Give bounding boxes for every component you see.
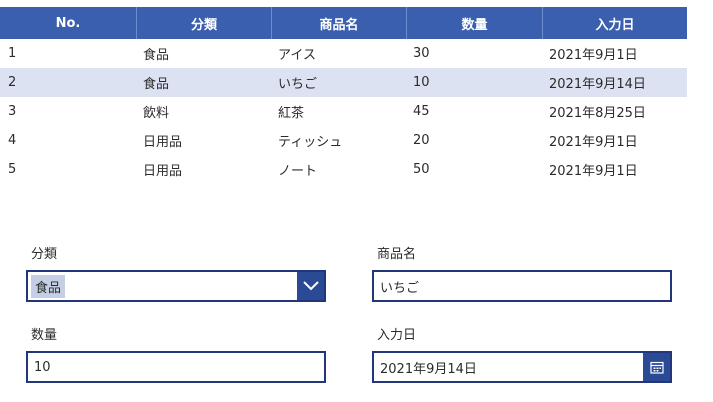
category-selected-value: 食品 (31, 274, 66, 298)
calendar-button[interactable] (643, 353, 670, 381)
calendar-icon (649, 361, 664, 374)
chevron-down-icon (302, 281, 319, 291)
cell-product: いちご (278, 77, 318, 92)
date-picker[interactable]: 2021年9月14日 (372, 351, 672, 383)
cell-qty: 30 (413, 46, 430, 61)
header-date[interactable]: 入力日 (543, 7, 687, 39)
qty-input-value: 10 (34, 359, 51, 375)
cell-category: 食品 (143, 48, 170, 63)
date-picker-value: 2021年9月14日 (380, 361, 477, 377)
cell-category: 日用品 (143, 164, 183, 179)
product-input[interactable]: いちご (372, 270, 672, 302)
cell-qty: 45 (413, 104, 430, 119)
cell-product: ノート (278, 164, 318, 179)
cell-date: 2021年9月14日 (549, 77, 646, 92)
cell-date: 2021年9月1日 (549, 135, 638, 150)
cell-category: 飲料 (143, 106, 170, 121)
data-table: No. 分類 商品名 数量 入力日 1 食品 アイス 30 2021年9月1日 … (0, 7, 687, 184)
table-row[interactable]: 5 日用品 ノート 50 2021年9月1日 (0, 155, 687, 184)
product-input-value: いちご (380, 280, 420, 296)
cell-no: 3 (8, 104, 17, 119)
cell-date: 2021年9月1日 (549, 164, 638, 179)
cell-qty: 50 (413, 162, 430, 177)
table-header: No. 分類 商品名 数量 入力日 (0, 7, 687, 39)
table-row[interactable]: 3 飲料 紅茶 45 2021年8月25日 (0, 97, 687, 126)
cell-no: 2 (8, 75, 17, 90)
cell-no: 1 (8, 46, 17, 61)
qty-input[interactable]: 10 (26, 351, 326, 383)
header-category[interactable]: 分類 (137, 7, 272, 39)
cell-product: 紅茶 (278, 106, 305, 121)
cell-product: アイス (278, 48, 316, 63)
table-row[interactable]: 1 食品 アイス 30 2021年9月1日 (0, 39, 687, 68)
header-qty[interactable]: 数量 (407, 7, 543, 39)
cell-no: 4 (8, 133, 17, 148)
cell-category: 食品 (143, 77, 170, 92)
dropdown-button[interactable] (297, 272, 324, 300)
table-row[interactable]: 4 日用品 ティッシュ 20 2021年9月1日 (0, 126, 687, 155)
header-product[interactable]: 商品名 (272, 7, 407, 39)
cell-category: 日用品 (143, 135, 183, 150)
product-label: 商品名 (377, 247, 417, 262)
date-label: 入力日 (377, 328, 417, 343)
header-no[interactable]: No. (0, 7, 137, 39)
qty-label: 数量 (31, 328, 58, 343)
cell-qty: 10 (413, 75, 430, 90)
cell-qty: 20 (413, 133, 430, 148)
category-label: 分類 (31, 247, 58, 262)
cell-product: ティッシュ (278, 135, 343, 150)
table-row-selected[interactable]: 2 食品 いちご 10 2021年9月14日 (0, 68, 687, 97)
cell-no: 5 (8, 162, 17, 177)
category-dropdown[interactable]: 食品 (26, 270, 326, 302)
cell-date: 2021年8月25日 (549, 106, 646, 121)
cell-date: 2021年9月1日 (549, 48, 638, 63)
